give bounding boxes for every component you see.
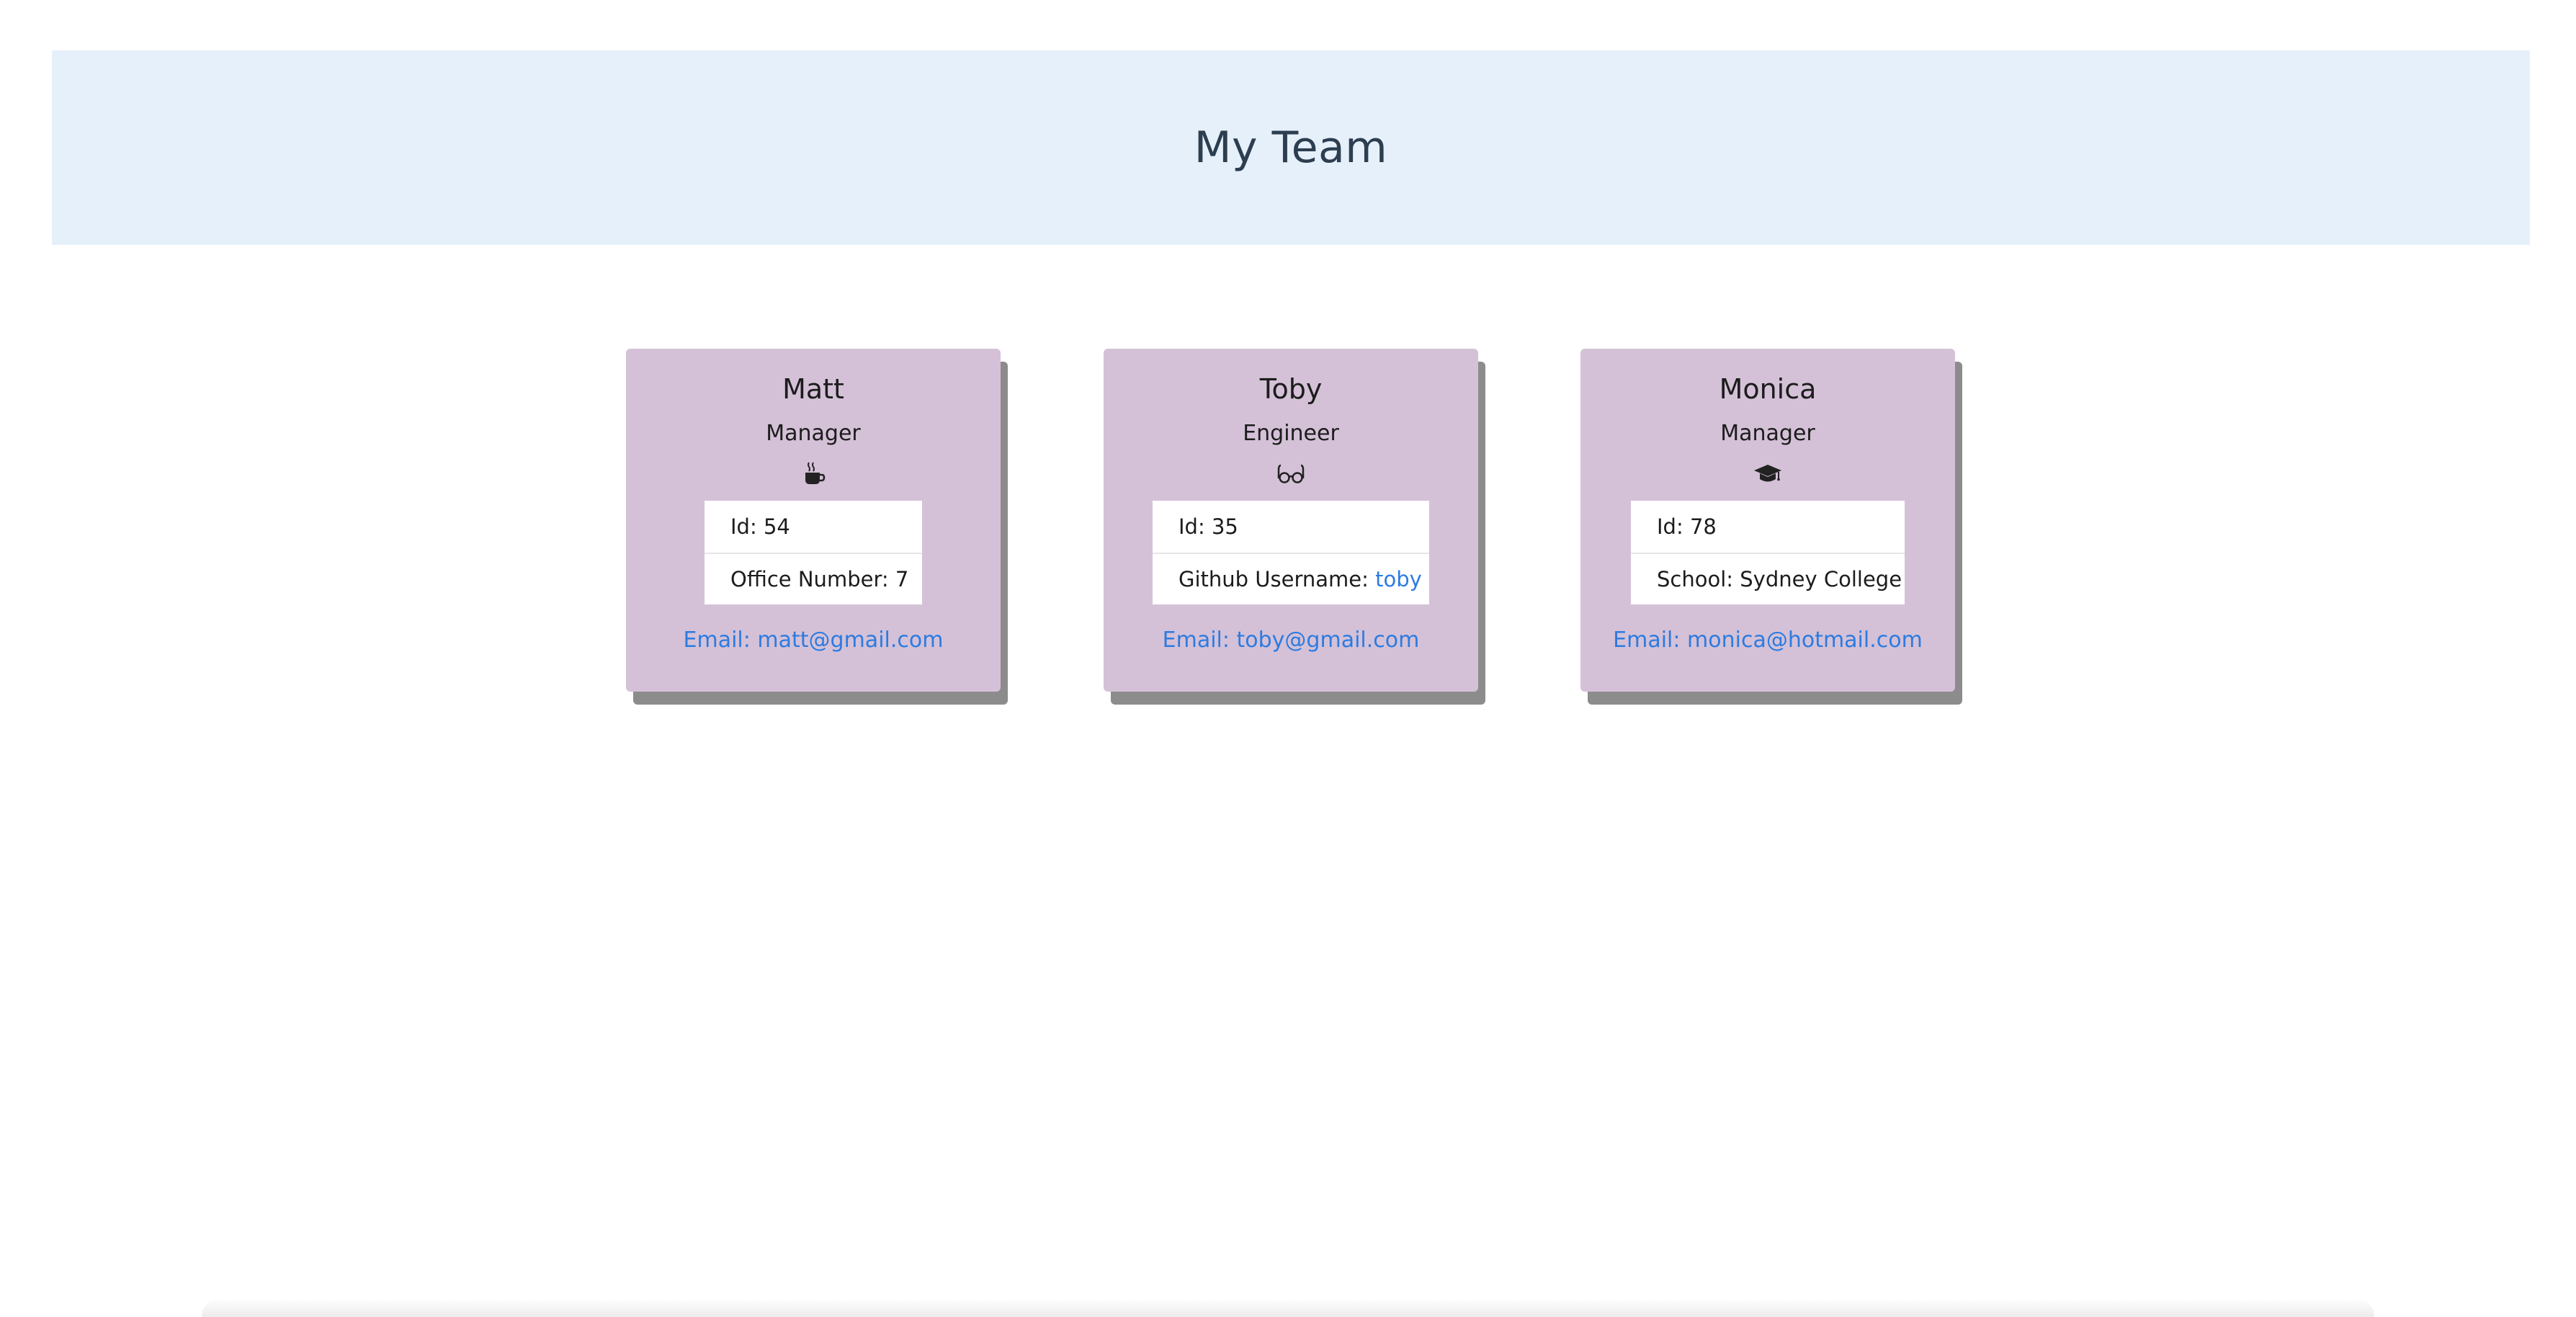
employee-role: Engineer [1243,420,1339,446]
page-title: My Team [1194,122,1388,173]
office-number-text: Office Number: 7 [730,566,909,591]
employee-info-list: Id: 35 Github Username: toby [1153,500,1429,604]
bottom-edge-shadow [202,1298,2374,1317]
employee-role: Manager [766,420,861,446]
employee-id: Id: 78 [1657,514,1717,539]
employee-role: Manager [1720,420,1815,446]
employee-info-list: Id: 54 Office Number: 7 [705,500,922,604]
header-banner: My Team [52,50,2530,245]
employee-id: Id: 35 [1179,514,1238,539]
employee-card: Monica Manager Id: 78 School: Sydney Col… [1580,349,1955,692]
email-link[interactable]: Email: toby@gmail.com [1163,628,1420,653]
email-link[interactable]: Email: monica@hotmail.com [1613,628,1923,653]
glasses-icon [1104,459,1478,488]
employee-id: Id: 54 [730,514,790,539]
coffee-icon [626,459,1001,488]
school: School: Sydney College [1631,552,1905,604]
team-card-list: Matt Manager Id: 54 Office Number: 7 Ema… [0,349,2576,709]
github-link[interactable]: toby [1375,567,1422,591]
employee-card: Toby Engineer Id: 35 Github Username: to… [1104,349,1478,692]
employee-info-list: Id: 78 School: Sydney College [1631,500,1905,604]
page: My Team Matt Manager Id: 54 Office Numbe… [0,0,2576,1317]
employee-name: Toby [1259,373,1323,405]
github-username: Github Username: toby [1153,552,1429,604]
school-text: School: Sydney College [1657,566,1902,591]
employee-card: Matt Manager Id: 54 Office Number: 7 Ema… [626,349,1001,692]
email-link[interactable]: Email: matt@gmail.com [684,628,944,653]
github-label: Github Username: [1179,566,1376,591]
employee-name: Matt [782,373,844,405]
employee-name: Monica [1719,373,1817,405]
graduation-cap-icon [1580,459,1955,488]
office-number: Office Number: 7 [705,552,922,604]
